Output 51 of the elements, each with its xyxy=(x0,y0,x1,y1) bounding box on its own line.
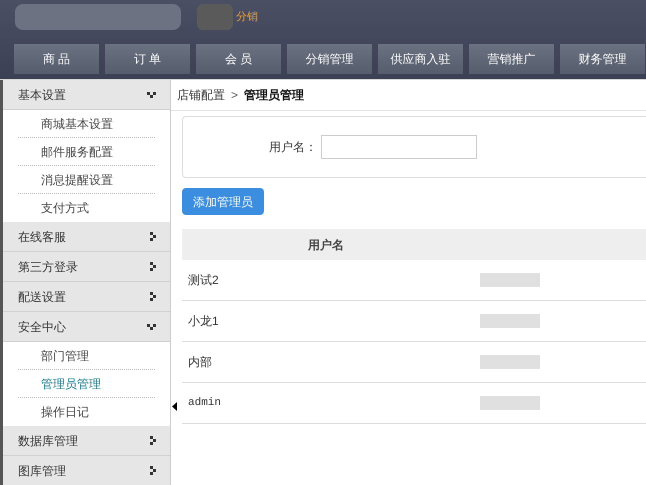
nav-tab[interactable]: 财务管理 xyxy=(560,44,645,74)
sidebar-link[interactable]: 邮件服务配置 xyxy=(18,138,155,166)
sidebar-group[interactable]: 数据库管理 xyxy=(3,426,170,456)
table-cell-text: admin xyxy=(187,396,222,411)
group-label: 安全中心 xyxy=(18,318,66,336)
chevron-right-icon xyxy=(150,292,156,301)
sidebar-link[interactable]: 消息提醒设置 xyxy=(18,166,155,194)
breadcrumb-link[interactable]: 店铺配置 xyxy=(177,86,225,104)
sidebar-group[interactable]: 配送设置 xyxy=(3,282,170,312)
redacted-block xyxy=(480,273,540,287)
chevron-right-icon xyxy=(150,262,156,271)
table-cell-text: 内部 xyxy=(187,354,212,371)
sidebar-link[interactable]: 部门管理 xyxy=(18,342,155,370)
sidebar-link[interactable]: 操作日记 xyxy=(18,398,155,426)
nav-tab[interactable]: 会 员 xyxy=(196,44,281,74)
username-input[interactable] xyxy=(321,135,477,159)
table-cell-text: 小龙1 xyxy=(187,313,219,330)
collapse-arrow-icon[interactable] xyxy=(172,402,177,411)
nav-tab[interactable]: 分销管理 xyxy=(287,44,372,74)
redacted-block xyxy=(480,396,540,410)
nav-tab[interactable]: 供应商入驻 xyxy=(378,44,463,74)
chevron-down-icon xyxy=(147,92,156,98)
nav-tab[interactable]: 营销推广 xyxy=(469,44,554,74)
sidebar-link[interactable]: 管理员管理 xyxy=(18,370,155,398)
group-label: 在线客服 xyxy=(18,228,66,246)
brand-suffix: 分销 xyxy=(236,10,258,25)
sidebar-group[interactable]: 基本设置 xyxy=(3,80,170,110)
chevron-right-icon xyxy=(150,436,156,445)
column-header: 用户名 xyxy=(308,236,344,254)
chevron-right-icon xyxy=(150,466,156,475)
group-label: 数据库管理 xyxy=(18,432,78,450)
nav-tab[interactable]: 订 单 xyxy=(105,44,190,74)
table-cell-text: 测试2 xyxy=(187,272,219,289)
group-label: 基本设置 xyxy=(18,86,66,104)
redacted-block xyxy=(480,314,540,328)
sidebar-group[interactable]: 图库管理 xyxy=(3,456,170,485)
nav-tab[interactable]: 商 品 xyxy=(14,44,99,74)
sidebar-link[interactable]: 商城基本设置 xyxy=(18,110,155,138)
field-label: 用户名： xyxy=(269,139,317,156)
chevron-down-icon xyxy=(147,324,156,330)
sidebar-group[interactable]: 在线客服 xyxy=(3,222,170,252)
breadcrumb-current: 管理员管理 xyxy=(244,87,304,104)
redacted-block xyxy=(480,355,540,369)
sidebar-link[interactable]: 支付方式 xyxy=(18,194,155,222)
group-label: 第三方登录 xyxy=(18,258,78,276)
chevron-right-icon xyxy=(150,232,156,241)
group-label: 配送设置 xyxy=(18,288,66,306)
group-label: 图库管理 xyxy=(18,462,66,480)
sidebar-group[interactable]: 第三方登录 xyxy=(3,252,170,282)
breadcrumb-separator: > xyxy=(231,87,238,104)
sidebar-group[interactable]: 安全中心 xyxy=(3,312,170,342)
